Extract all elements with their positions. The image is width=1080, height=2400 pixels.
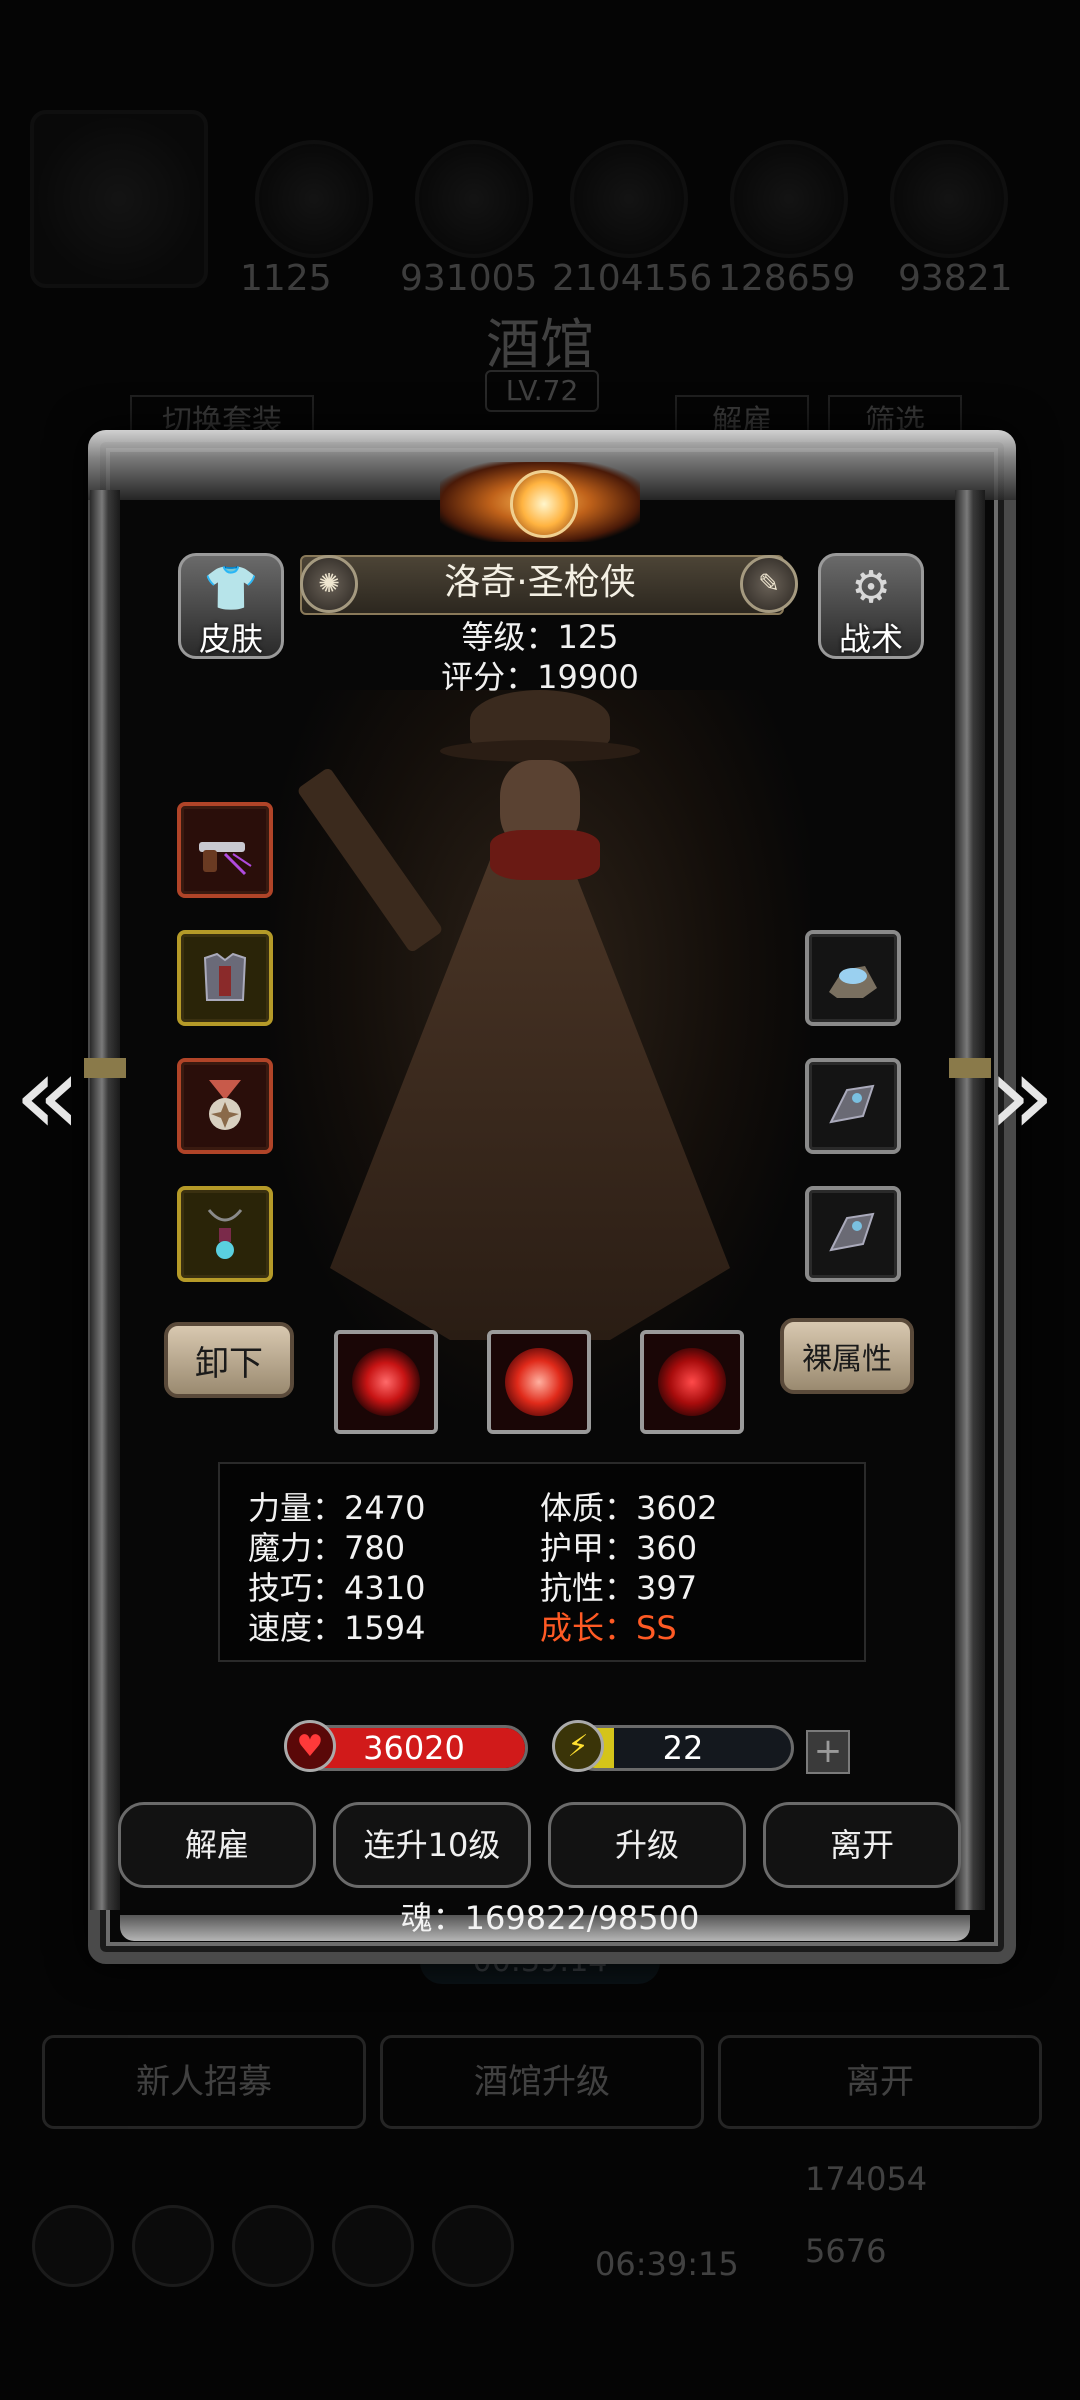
amulet-icon [207,1209,243,1259]
armor-icon [203,952,247,1001]
nav-icon [32,2205,114,2287]
bottom-timer: 06:39:15 [595,2245,739,2283]
shirt-icon: 👕 [203,563,259,614]
hero-score: 评分：19900 [441,658,639,696]
medal-slot[interactable] [177,1058,273,1154]
hero-hat-brim-art [440,740,640,762]
resource-icon-5 [890,140,1008,258]
tactics-button[interactable]: ⚙ 战术 [818,553,924,659]
swirl-skill-icon [505,1348,573,1416]
gold-value: 174054 [805,2160,928,2198]
level-up-button[interactable]: 升级 [548,1802,746,1888]
level-up-10-button[interactable]: 连升10级 [333,1802,531,1888]
gem-ring-icon [829,966,877,998]
tavern-title: 酒馆 [486,313,594,376]
recruit-button: 新人招募 [42,2035,366,2129]
right-pillar [949,490,991,1910]
skin-label: 皮肤 [198,620,263,658]
ring-slot-1[interactable] [805,930,901,1026]
stat-speed: 速度：1594 [248,1609,426,1647]
dismiss-button[interactable]: 解雇 [118,1802,316,1888]
amulet-slot[interactable] [177,1186,273,1282]
armor-slot[interactable] [177,930,273,1026]
weapon-slot[interactable] [177,802,273,898]
resource-icon-2 [415,140,533,258]
left-pillar [84,490,126,1910]
nav-icon [432,2205,514,2287]
nav-icon [332,2205,414,2287]
resource-value: 93821 [898,258,1013,299]
bracer-icon [829,1084,875,1124]
resource-icon-1 [255,140,373,258]
resource-icon-3 [570,140,688,258]
skill-slot-1[interactable] [334,1330,438,1434]
tavern-level: LV.72 [485,370,599,412]
nav-icon [232,2205,314,2287]
resource-value: 2104156 [552,258,713,299]
chevron-left-icon[interactable]: « [14,1040,81,1150]
target-skill-icon [658,1348,726,1416]
soul-counter: 魂：169822/98500 [400,1899,700,1937]
bg-leave-button: 离开 [718,2035,1042,2129]
chevron-right-icon[interactable]: » [988,1040,1055,1150]
gear-icon: ⚙ [851,562,891,613]
stat-growth: 成长：SS [540,1609,677,1647]
heart-icon: ♥ [284,1720,336,1772]
hero-scarf-art [490,830,600,880]
resource-value: 931005 [400,258,538,299]
resource-icon-4 [730,140,848,258]
tavern-upgrade-button: 酒馆升级 [380,2035,704,2129]
medal-badge-icon [209,1080,241,1130]
resource-value: 128659 [718,258,856,299]
leave-button[interactable]: 离开 [763,1802,961,1888]
energy-value: 22 [662,1729,704,1767]
pistol-icon [199,842,252,876]
hero-name: 洛奇·圣枪侠 [444,562,636,603]
ring-slot-2[interactable] [805,1058,901,1154]
nav-icon [132,2205,214,2287]
energy-bar: 22 [572,1725,794,1771]
medal-icon[interactable]: ✺ [300,555,358,613]
unequip-button[interactable]: 卸下 [164,1322,294,1398]
skin-button[interactable]: 👕 皮肤 [178,553,284,659]
bracer-icon [829,1212,875,1252]
resource-value: 1125 [240,258,332,299]
hero-portrait-icon [30,110,208,288]
hp-value: 36020 [363,1729,465,1767]
gem-value: 5676 [805,2232,887,2270]
skill-slot-3[interactable] [640,1330,744,1434]
sun-crest-icon [510,470,578,538]
base-attributes-button[interactable]: 裸属性 [780,1318,914,1394]
crosshair-skill-icon [352,1348,420,1416]
add-energy-button[interactable]: + [806,1730,850,1774]
tactics-label: 战术 [838,620,903,658]
skill-slot-2[interactable] [487,1330,591,1434]
edit-icon[interactable]: ✎ [740,555,798,613]
ring-slot-3[interactable] [805,1186,901,1282]
lightning-icon: ⚡ [552,1720,604,1772]
